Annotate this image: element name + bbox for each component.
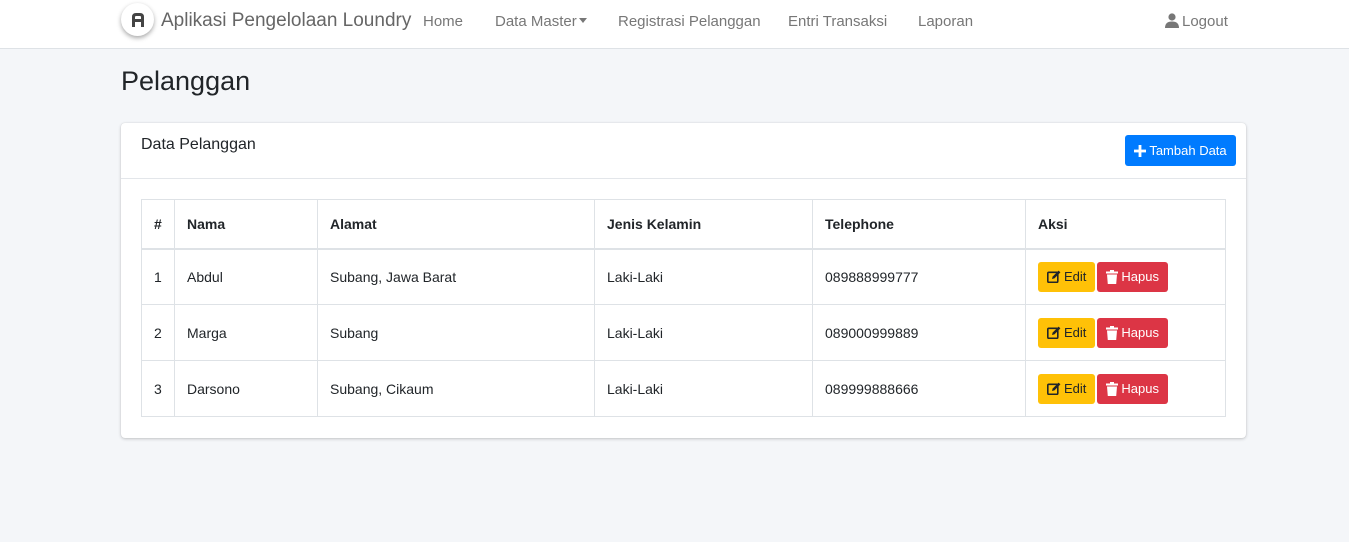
- delete-button[interactable]: Hapus: [1097, 261, 1168, 292]
- nav-link-entri-transaksi[interactable]: Entri Transaksi: [788, 13, 887, 30]
- edit-icon: [1047, 382, 1061, 395]
- cell-telephone: 089000999889: [812, 304, 1026, 361]
- cell-no: 1: [141, 248, 175, 305]
- nav-link-registrasi-pelanggan[interactable]: Registrasi Pelanggan: [618, 13, 761, 30]
- edit-button[interactable]: Edit: [1038, 373, 1096, 404]
- edit-button[interactable]: Edit: [1038, 261, 1096, 292]
- cell-aksi: Edit Hapus: [1025, 304, 1226, 361]
- table-header-row: # Nama Alamat Jenis Kelamin Telephone Ak…: [141, 199, 1226, 250]
- table-row: 1 Abdul Subang, Jawa Barat Laki-Laki 089…: [141, 248, 1226, 305]
- page-title: Pelanggan: [121, 66, 251, 96]
- edit-label: Edit: [1064, 325, 1087, 340]
- cell-telephone: 089999888666: [812, 360, 1026, 417]
- cell-telephone: 089888999777: [812, 248, 1026, 305]
- delete-label: Hapus: [1121, 325, 1159, 340]
- trash-icon: [1106, 381, 1119, 396]
- edit-label: Edit: [1064, 269, 1087, 285]
- cell-no: 2: [141, 304, 175, 361]
- delete-button[interactable]: Hapus: [1097, 373, 1168, 404]
- cell-aksi: Edit Hapus: [1025, 248, 1226, 305]
- cell-alamat: Subang, Jawa Barat: [317, 248, 595, 305]
- plus-icon: [1134, 144, 1147, 157]
- cell-no: 3: [141, 360, 175, 417]
- add-data-button[interactable]: Tambah Data: [1125, 135, 1236, 166]
- cell-nama: Marga: [174, 304, 318, 361]
- trash-icon: [1106, 325, 1119, 340]
- cell-nama: Abdul: [174, 248, 318, 305]
- cell-alamat: Subang: [317, 304, 595, 361]
- table-row: 3 Darsono Subang, Cikaum Laki-Laki 08999…: [141, 360, 1226, 417]
- trash-icon: [1106, 269, 1119, 284]
- delete-label: Hapus: [1121, 269, 1159, 285]
- cell-jenis-kelamin: Laki-Laki: [594, 360, 813, 417]
- nav-link-laporan[interactable]: Laporan: [918, 13, 973, 30]
- nav-link-data-master-label: Data Master: [495, 13, 577, 30]
- cell-alamat: Subang, Cikaum: [317, 360, 595, 417]
- table-row: 2 Marga Subang Laki-Laki 089000999889 Ed…: [141, 304, 1226, 361]
- delete-label: Hapus: [1121, 381, 1159, 396]
- column-header-jenis-kelamin: Jenis Kelamin: [594, 199, 813, 250]
- cell-jenis-kelamin: Laki-Laki: [594, 248, 813, 305]
- data-card: Data Pelanggan Tambah Data # Nama Alamat…: [121, 123, 1246, 438]
- column-header-no: #: [141, 199, 175, 250]
- edit-icon: [1047, 270, 1061, 284]
- card-title: Data Pelanggan: [141, 136, 256, 153]
- nav-link-home[interactable]: Home: [423, 13, 463, 30]
- logout-label: Logout: [1182, 13, 1228, 30]
- edit-icon: [1047, 326, 1061, 339]
- cell-aksi: Edit Hapus: [1025, 360, 1226, 417]
- logout-link[interactable]: Logout: [1165, 13, 1228, 30]
- edit-label: Edit: [1064, 381, 1087, 396]
- cell-nama: Darsono: [174, 360, 318, 417]
- column-header-nama: Nama: [174, 199, 318, 250]
- brand-text[interactable]: Aplikasi Pengelolaan Loundry: [161, 10, 411, 32]
- brand-logo-icon[interactable]: [121, 3, 154, 36]
- column-header-telephone: Telephone: [812, 199, 1026, 250]
- add-data-label: Tambah Data: [1149, 143, 1227, 158]
- customer-table: # Nama Alamat Jenis Kelamin Telephone Ak…: [141, 199, 1226, 417]
- column-header-aksi: Aksi: [1025, 199, 1226, 250]
- caret-down-icon: [578, 18, 587, 23]
- nav-link-data-master[interactable]: Data Master: [495, 13, 587, 30]
- top-navbar: Aplikasi Pengelolaan Loundry Home Data M…: [0, 0, 1349, 49]
- delete-button[interactable]: Hapus: [1097, 317, 1168, 348]
- cell-jenis-kelamin: Laki-Laki: [594, 304, 813, 361]
- column-header-alamat: Alamat: [317, 199, 595, 250]
- edit-button[interactable]: Edit: [1038, 317, 1096, 348]
- card-header: Data Pelanggan Tambah Data: [121, 123, 1246, 179]
- user-icon: [1165, 13, 1179, 28]
